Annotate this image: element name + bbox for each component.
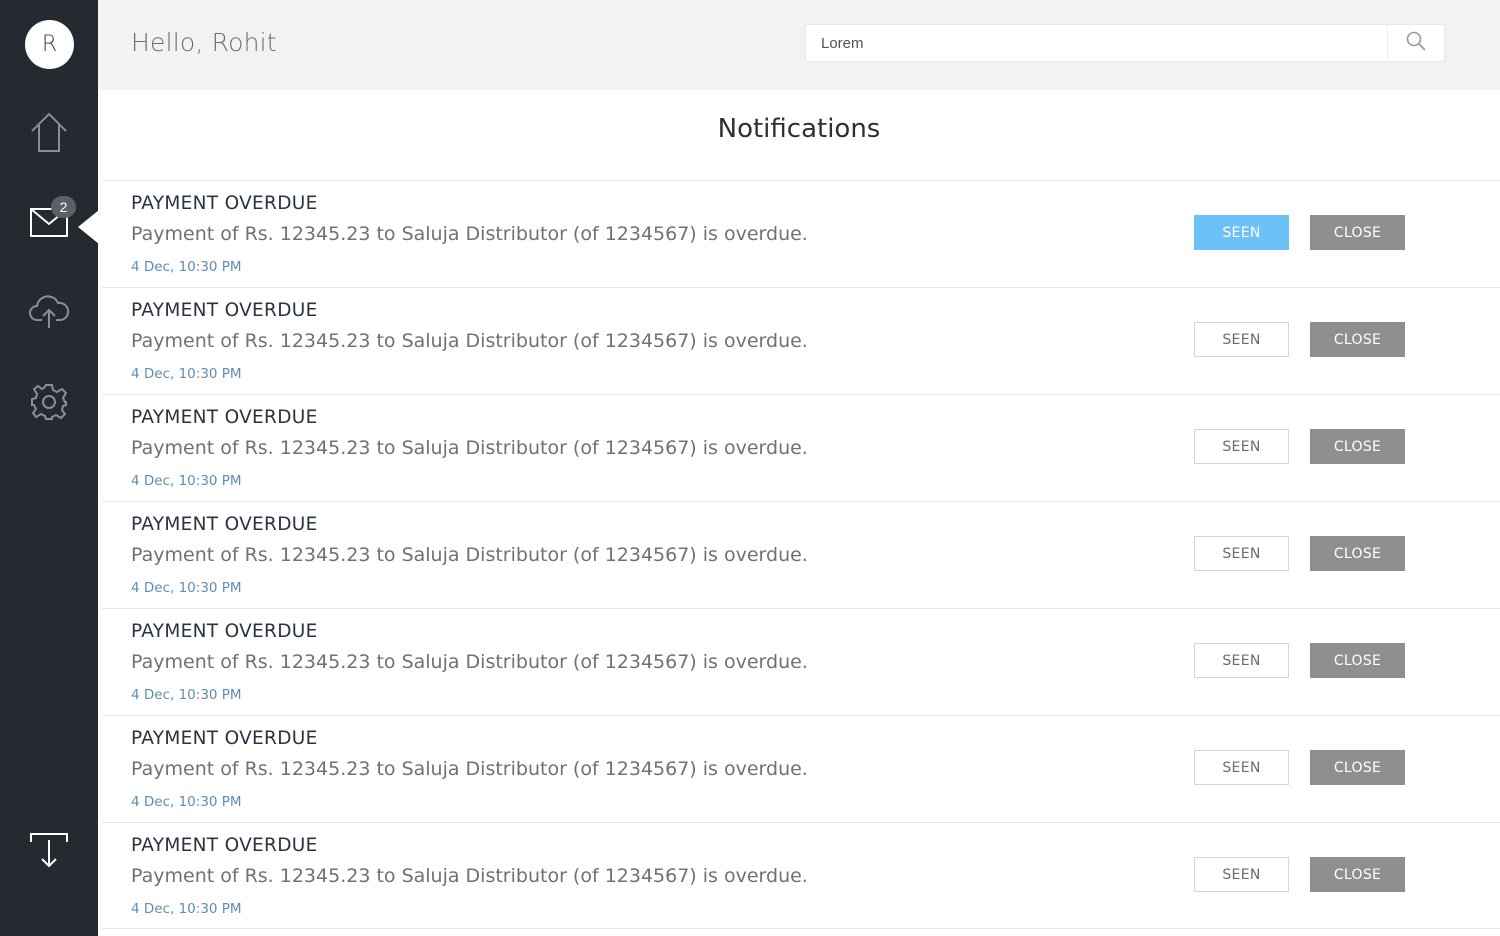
notification-row: PAYMENT OVERDUE Payment of Rs. 12345.23 …	[102, 287, 1500, 394]
close-button[interactable]: CLOSE	[1310, 643, 1405, 678]
search-button[interactable]	[1387, 25, 1444, 61]
close-button[interactable]: CLOSE	[1310, 536, 1405, 571]
notification-title: PAYMENT OVERDUE	[131, 514, 318, 535]
active-item-pointer	[78, 210, 99, 244]
notification-message: Payment of Rs. 12345.23 to Saluja Distri…	[131, 330, 808, 352]
download-tray-icon	[29, 832, 69, 868]
close-button[interactable]: CLOSE	[1310, 857, 1405, 892]
search-icon	[1406, 31, 1426, 56]
notification-title: PAYMENT OVERDUE	[131, 300, 318, 321]
close-button[interactable]: CLOSE	[1310, 215, 1405, 250]
notification-row: PAYMENT OVERDUE Payment of Rs. 12345.23 …	[102, 180, 1500, 287]
sidebar-item-settings[interactable]	[0, 372, 98, 432]
notification-message: Payment of Rs. 12345.23 to Saluja Distri…	[131, 651, 808, 673]
notification-row: PAYMENT OVERDUE Payment of Rs. 12345.23 …	[102, 501, 1500, 608]
notification-time: 4 Dec, 10:30 PM	[131, 901, 242, 917]
notification-row: PAYMENT OVERDUE Payment of Rs. 12345.23 …	[102, 822, 1500, 929]
close-button[interactable]: CLOSE	[1310, 322, 1405, 357]
header-bar: Hello, Rohit	[98, 0, 1500, 90]
sidebar-item-download[interactable]	[0, 820, 98, 880]
notification-time: 4 Dec, 10:30 PM	[131, 580, 242, 596]
notification-row: PAYMENT OVERDUE Payment of Rs. 12345.23 …	[102, 715, 1500, 822]
notification-time: 4 Dec, 10:30 PM	[131, 366, 242, 382]
notification-title: PAYMENT OVERDUE	[131, 835, 318, 856]
cloud-upload-icon	[28, 294, 70, 330]
greeting: Hello, Rohit	[131, 28, 277, 57]
notification-title: PAYMENT OVERDUE	[131, 407, 318, 428]
page-title: Notifications	[717, 114, 881, 144]
notification-title: PAYMENT OVERDUE	[131, 621, 318, 642]
seen-button[interactable]: SEEN	[1194, 536, 1289, 571]
notification-message: Payment of Rs. 12345.23 to Saluja Distri…	[131, 865, 808, 887]
close-button[interactable]: CLOSE	[1310, 429, 1405, 464]
notification-title: PAYMENT OVERDUE	[131, 728, 318, 749]
notification-message: Payment of Rs. 12345.23 to Saluja Distri…	[131, 544, 808, 566]
notification-message: Payment of Rs. 12345.23 to Saluja Distri…	[131, 223, 808, 245]
notification-title: PAYMENT OVERDUE	[131, 193, 318, 214]
seen-button[interactable]: SEEN	[1194, 857, 1289, 892]
seen-button[interactable]: SEEN	[1194, 215, 1289, 250]
notification-time: 4 Dec, 10:30 PM	[131, 473, 242, 489]
search-box	[805, 24, 1445, 62]
home-icon	[29, 111, 69, 153]
notification-message: Payment of Rs. 12345.23 to Saluja Distri…	[131, 758, 808, 780]
notification-message: Payment of Rs. 12345.23 to Saluja Distri…	[131, 437, 808, 459]
seen-button[interactable]: SEEN	[1194, 750, 1289, 785]
notification-time: 4 Dec, 10:30 PM	[131, 259, 242, 275]
gear-icon	[29, 382, 69, 422]
notification-row: PAYMENT OVERDUE Payment of Rs. 12345.23 …	[102, 394, 1500, 501]
unread-count-badge: 2	[51, 196, 76, 218]
sidebar-item-home[interactable]	[0, 102, 98, 162]
search-input[interactable]	[806, 25, 1388, 61]
notification-list: PAYMENT OVERDUE Payment of Rs. 12345.23 …	[102, 180, 1500, 929]
notification-time: 4 Dec, 10:30 PM	[131, 687, 242, 703]
avatar[interactable]: R	[25, 20, 74, 69]
seen-button[interactable]: SEEN	[1194, 322, 1289, 357]
sidebar-item-upload[interactable]	[0, 282, 98, 342]
close-button[interactable]: CLOSE	[1310, 750, 1405, 785]
notification-row: PAYMENT OVERDUE Payment of Rs. 12345.23 …	[102, 608, 1500, 715]
notification-time: 4 Dec, 10:30 PM	[131, 794, 242, 810]
seen-button[interactable]: SEEN	[1194, 429, 1289, 464]
seen-button[interactable]: SEEN	[1194, 643, 1289, 678]
sidebar: R 2	[0, 0, 99, 936]
